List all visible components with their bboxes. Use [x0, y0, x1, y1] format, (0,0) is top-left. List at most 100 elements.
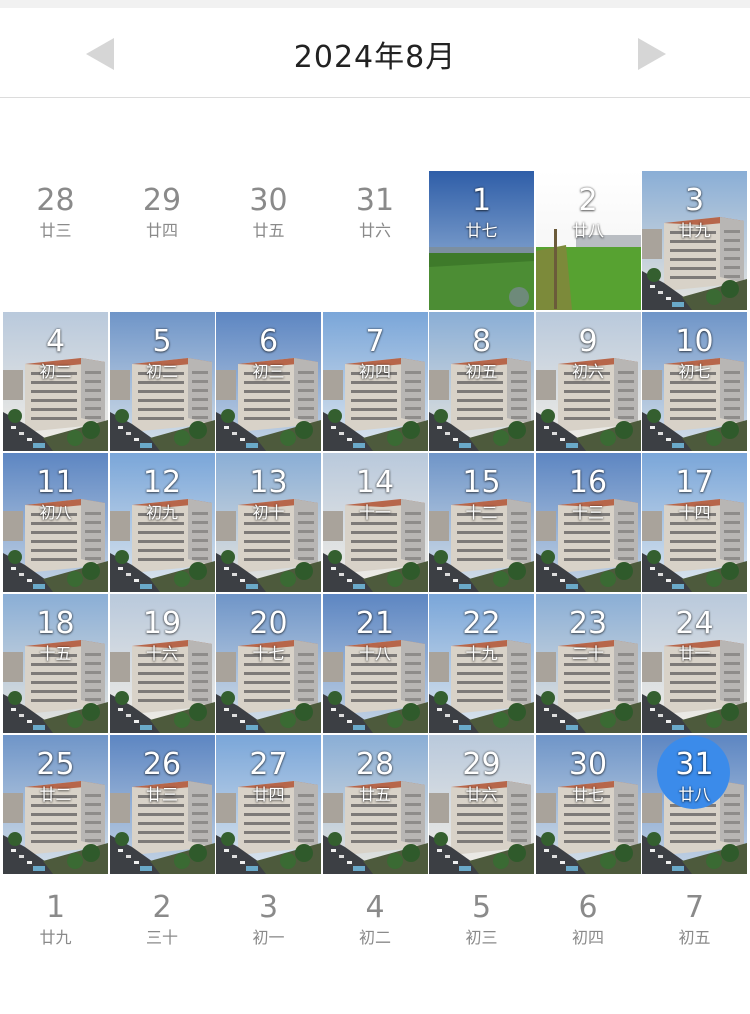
prev-month-day[interactable]: 28 廿三 [3, 171, 108, 310]
next-month-day[interactable]: 5 初三 [429, 878, 534, 978]
month-day[interactable]: 27 廿四 [216, 735, 321, 874]
day-number: 2 [578, 183, 598, 218]
month-day[interactable]: 5 初二 [109, 312, 215, 451]
next-month-button[interactable] [632, 34, 672, 74]
day-number: 31 [675, 747, 714, 782]
day-number: 1 [471, 183, 492, 218]
month-day[interactable]: 26 廿三 [109, 735, 215, 874]
day-number: 28 [355, 747, 395, 782]
lunar-date: 廿五 [252, 221, 285, 240]
month-day[interactable]: 6 初三 [216, 312, 321, 451]
day-number: 28 [36, 183, 75, 218]
next-month-day[interactable]: 2 三十 [110, 878, 215, 978]
next-month-day[interactable]: 6 初四 [536, 878, 641, 978]
month-day[interactable]: 24 廿一 [642, 594, 747, 733]
month-day[interactable]: 14 十一 [322, 453, 428, 592]
month-day[interactable]: 29 廿六 [429, 735, 534, 874]
calendar-grid: 28 廿三 29 廿四 30 廿五 31 廿六 1 廿七 2 廿八 3 廿九 4 初二 5 初二 6 [3, 171, 747, 874]
lunar-date: 廿七 [465, 221, 498, 240]
day-number: 4 [45, 324, 66, 359]
lunar-date: 初四 [571, 928, 604, 947]
calendar-header: 2024年8月 [0, 8, 750, 98]
month-day[interactable]: 16 十三 [535, 453, 641, 592]
day-number: 17 [675, 465, 714, 500]
lunar-date: 十九 [465, 644, 498, 663]
lunar-date: 廿五 [358, 785, 391, 804]
month-day[interactable]: 7 初四 [322, 312, 428, 451]
lunar-date: 初三 [252, 362, 285, 381]
status-strip [0, 0, 750, 8]
lunar-date: 初五 [465, 362, 498, 381]
prev-month-day[interactable]: 31 廿六 [323, 171, 428, 310]
month-day[interactable]: 25 廿二 [3, 735, 108, 874]
day-number: 24 [675, 606, 714, 641]
lunar-date: 十三 [571, 503, 604, 522]
lunar-date: 廿七 [571, 785, 604, 804]
next-month-day[interactable]: 3 初一 [216, 878, 321, 978]
day-number: 3 [684, 183, 705, 218]
month-day[interactable]: 13 初十 [216, 453, 321, 592]
day-number: 13 [249, 465, 288, 500]
day-number: 12 [142, 465, 182, 500]
day-number: 5 [152, 324, 172, 359]
lunar-date: 初八 [39, 503, 72, 522]
month-day[interactable]: 28 廿五 [322, 735, 428, 874]
month-day[interactable]: 10 初七 [642, 312, 747, 451]
lunar-date: 初五 [678, 928, 711, 947]
lunar-date: 廿六 [465, 785, 498, 804]
month-day[interactable]: 22 十九 [429, 594, 534, 733]
month-day[interactable]: 17 十四 [642, 453, 747, 592]
month-day[interactable]: 3 廿九 [642, 171, 747, 310]
lunar-date: 初六 [571, 362, 604, 381]
month-day[interactable]: 21 十八 [322, 594, 428, 733]
month-day[interactable]: 20 十七 [216, 594, 321, 733]
next-month-day[interactable]: 4 初二 [323, 878, 428, 978]
month-day[interactable]: 1 廿七 [429, 171, 534, 310]
month-day[interactable]: 15 十二 [429, 453, 534, 592]
month-day[interactable]: 23 二十 [535, 594, 641, 733]
lunar-date: 初二 [39, 362, 72, 381]
day-number: 22 [462, 606, 501, 641]
month-day[interactable]: 2 廿八 [535, 171, 641, 310]
lunar-date: 初二 [145, 362, 178, 381]
day-number: 11 [36, 465, 75, 500]
month-day[interactable]: 8 初五 [429, 312, 534, 451]
lunar-date: 十七 [252, 644, 285, 663]
lunar-date: 廿四 [252, 785, 285, 804]
lunar-date: 十五 [39, 644, 72, 663]
day-number: 3 [258, 890, 279, 925]
prev-month-day[interactable]: 30 廿五 [216, 171, 321, 310]
lunar-date: 廿八 [678, 785, 711, 804]
month-day[interactable]: 12 初九 [109, 453, 215, 592]
month-day[interactable]: 18 十五 [3, 594, 108, 733]
month-day[interactable]: 9 初六 [535, 312, 641, 451]
month-day[interactable]: 30 廿七 [535, 735, 641, 874]
next-month-day[interactable]: 1 廿九 [3, 878, 108, 978]
month-day[interactable]: 31 廿八 [642, 735, 747, 874]
day-number: 5 [471, 890, 492, 925]
triangle-right-icon [638, 38, 666, 70]
lunar-date: 初十 [252, 503, 285, 522]
lunar-date: 二十 [571, 644, 604, 663]
lunar-date: 初一 [252, 928, 285, 947]
next-month-day[interactable]: 7 初五 [642, 878, 747, 978]
day-number: 4 [365, 890, 385, 925]
lunar-date: 十二 [465, 503, 498, 522]
month-day[interactable]: 4 初二 [3, 312, 108, 451]
day-number: 9 [578, 324, 598, 359]
lunar-date: 廿四 [145, 221, 178, 240]
day-number: 20 [249, 606, 288, 641]
day-number: 19 [142, 606, 182, 641]
day-number: 30 [568, 747, 608, 782]
day-number: 27 [249, 747, 288, 782]
day-number: 15 [462, 465, 501, 500]
day-number: 1 [45, 890, 66, 925]
month-day[interactable]: 19 十六 [109, 594, 215, 733]
day-number: 29 [142, 183, 182, 218]
lunar-date: 十六 [145, 644, 178, 663]
month-day[interactable]: 11 初八 [3, 453, 108, 592]
lunar-date: 廿九 [39, 928, 72, 947]
lunar-date: 初四 [358, 362, 391, 381]
day-number: 10 [675, 324, 714, 359]
prev-month-day[interactable]: 29 廿四 [110, 171, 215, 310]
